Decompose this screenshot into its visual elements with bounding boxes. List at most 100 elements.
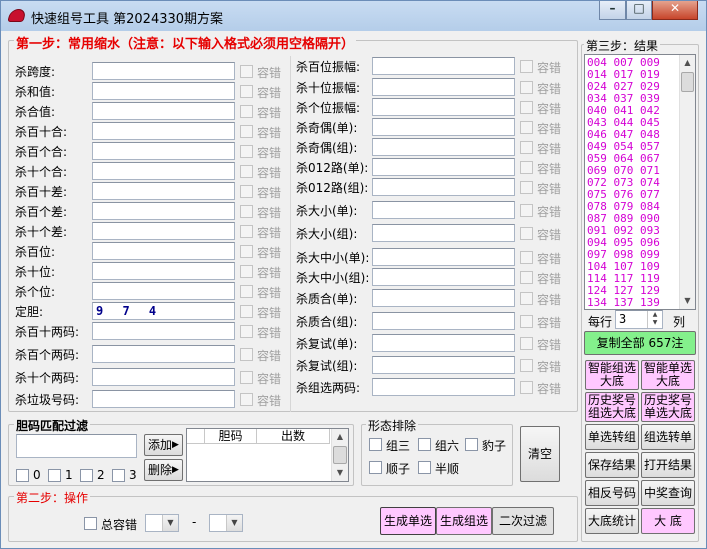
tolerance-checkbox[interactable] bbox=[240, 348, 253, 361]
spin-down-icon[interactable]: ▼ bbox=[648, 319, 662, 327]
action-button[interactable]: 历史奖号 组选大底 bbox=[585, 392, 639, 422]
field-input[interactable] bbox=[92, 202, 235, 220]
field-input[interactable] bbox=[372, 98, 515, 116]
tolerance-checkbox[interactable] bbox=[520, 60, 533, 73]
scroll-down-icon[interactable]: ▼ bbox=[332, 465, 348, 481]
field-input[interactable] bbox=[372, 312, 515, 330]
close-button[interactable]: ✕ bbox=[652, 1, 698, 20]
total-tolerance-checkbox[interactable] bbox=[84, 517, 97, 530]
title-bar[interactable]: 快速组号工具 第2024330期方案 – □ ✕ bbox=[1, 1, 706, 31]
tolerance-checkbox[interactable] bbox=[240, 325, 253, 338]
action-button[interactable]: 相反号码 bbox=[585, 480, 639, 506]
tolerance-checkbox[interactable] bbox=[520, 337, 533, 350]
tolerance-max-select[interactable]: ▼ bbox=[209, 514, 243, 532]
scroll-thumb[interactable] bbox=[333, 446, 347, 464]
shape-checkbox[interactable] bbox=[418, 438, 431, 451]
tolerance-checkbox[interactable] bbox=[240, 305, 253, 318]
tolerance-checkbox[interactable] bbox=[240, 65, 253, 78]
tolerance-checkbox[interactable] bbox=[240, 393, 253, 406]
tolerance-checkbox[interactable] bbox=[520, 292, 533, 305]
tolerance-checkbox[interactable] bbox=[520, 359, 533, 372]
field-input[interactable] bbox=[92, 182, 235, 200]
secondary-filter-button[interactable]: 二次过滤 bbox=[492, 507, 554, 535]
field-input[interactable] bbox=[372, 334, 515, 352]
tolerance-checkbox[interactable] bbox=[240, 165, 253, 178]
field-input[interactable] bbox=[92, 162, 235, 180]
action-button[interactable]: 组选转单 bbox=[641, 424, 695, 450]
scroll-thumb[interactable] bbox=[681, 72, 694, 92]
tolerance-checkbox[interactable] bbox=[240, 185, 253, 198]
action-button[interactable]: 智能单选 大底 bbox=[641, 360, 695, 390]
field-input[interactable] bbox=[372, 289, 515, 307]
action-button[interactable]: 历史奖号 单选大底 bbox=[641, 392, 695, 422]
count-checkbox[interactable] bbox=[48, 469, 61, 482]
tolerance-checkbox[interactable] bbox=[520, 251, 533, 264]
dan-code-table[interactable]: 胆码 出数 ▲ ▼ bbox=[186, 428, 349, 482]
dan-code-input[interactable] bbox=[16, 434, 137, 458]
tolerance-checkbox[interactable] bbox=[520, 271, 533, 284]
tolerance-min-select[interactable]: ▼ bbox=[145, 514, 179, 532]
per-row-spinner[interactable]: ▲ ▼ bbox=[647, 311, 662, 328]
tolerance-checkbox[interactable] bbox=[240, 105, 253, 118]
count-checkbox[interactable] bbox=[80, 469, 93, 482]
scroll-down-icon[interactable]: ▼ bbox=[680, 293, 695, 309]
field-input[interactable] bbox=[92, 142, 235, 160]
field-input[interactable] bbox=[372, 78, 515, 96]
field-input[interactable] bbox=[372, 178, 515, 196]
table-scrollbar[interactable]: ▲ ▼ bbox=[331, 429, 348, 481]
tolerance-checkbox[interactable] bbox=[520, 161, 533, 174]
column-header-count[interactable]: 出数 bbox=[257, 429, 330, 444]
shape-checkbox[interactable] bbox=[369, 461, 382, 474]
tolerance-checkbox[interactable] bbox=[520, 181, 533, 194]
tolerance-checkbox[interactable] bbox=[240, 85, 253, 98]
tolerance-checkbox[interactable] bbox=[520, 204, 533, 217]
field-input[interactable] bbox=[372, 118, 515, 136]
tolerance-checkbox[interactable] bbox=[240, 205, 253, 218]
result-row[interactable]: 134 137 139 bbox=[587, 297, 683, 309]
generate-group-button[interactable]: 生成组选 bbox=[436, 507, 492, 535]
maximize-button[interactable]: □ bbox=[626, 1, 652, 20]
count-checkbox[interactable] bbox=[112, 469, 125, 482]
tolerance-checkbox[interactable] bbox=[520, 227, 533, 240]
tolerance-checkbox[interactable] bbox=[240, 285, 253, 298]
shape-checkbox[interactable] bbox=[465, 438, 478, 451]
tolerance-checkbox[interactable] bbox=[520, 381, 533, 394]
tolerance-checkbox[interactable] bbox=[240, 125, 253, 138]
scroll-up-icon[interactable]: ▲ bbox=[680, 55, 695, 71]
field-input[interactable] bbox=[92, 390, 235, 408]
action-button[interactable]: 中奖查询 bbox=[641, 480, 695, 506]
field-input[interactable] bbox=[92, 122, 235, 140]
field-input[interactable] bbox=[92, 62, 235, 80]
tolerance-checkbox[interactable] bbox=[240, 245, 253, 258]
tolerance-checkbox[interactable] bbox=[520, 81, 533, 94]
field-input[interactable] bbox=[92, 262, 235, 280]
tolerance-checkbox[interactable] bbox=[240, 371, 253, 384]
generate-single-button[interactable]: 生成单选 bbox=[380, 507, 436, 535]
field-input[interactable] bbox=[372, 268, 515, 286]
chevron-down-icon[interactable]: ▼ bbox=[162, 515, 178, 531]
scroll-up-icon[interactable]: ▲ bbox=[332, 429, 348, 445]
add-dan-button[interactable]: 添加 ▶ bbox=[144, 434, 183, 456]
field-input[interactable] bbox=[92, 345, 235, 363]
tolerance-checkbox[interactable] bbox=[520, 141, 533, 154]
action-button[interactable]: 大 底 bbox=[641, 508, 695, 534]
action-button[interactable]: 保存结果 bbox=[585, 452, 639, 478]
field-input[interactable] bbox=[92, 242, 235, 260]
result-scrollbar[interactable]: ▲ ▼ bbox=[679, 55, 695, 309]
tolerance-checkbox[interactable] bbox=[240, 265, 253, 278]
count-checkbox[interactable] bbox=[16, 469, 29, 482]
field-input[interactable] bbox=[372, 356, 515, 374]
tolerance-checkbox[interactable] bbox=[520, 121, 533, 134]
field-input[interactable]: 9 7 4 bbox=[92, 302, 235, 320]
copy-all-button[interactable]: 复制全部 657注 bbox=[584, 331, 696, 355]
tolerance-checkbox[interactable] bbox=[240, 225, 253, 238]
action-button[interactable]: 打开结果 bbox=[641, 452, 695, 478]
minimize-button[interactable]: – bbox=[599, 1, 626, 20]
spin-up-icon[interactable]: ▲ bbox=[648, 311, 662, 319]
action-button[interactable]: 智能组选 大底 bbox=[585, 360, 639, 390]
field-input[interactable] bbox=[372, 158, 515, 176]
field-input[interactable] bbox=[92, 102, 235, 120]
chevron-down-icon[interactable]: ▼ bbox=[226, 515, 242, 531]
field-input[interactable] bbox=[372, 224, 515, 242]
field-input[interactable] bbox=[372, 138, 515, 156]
